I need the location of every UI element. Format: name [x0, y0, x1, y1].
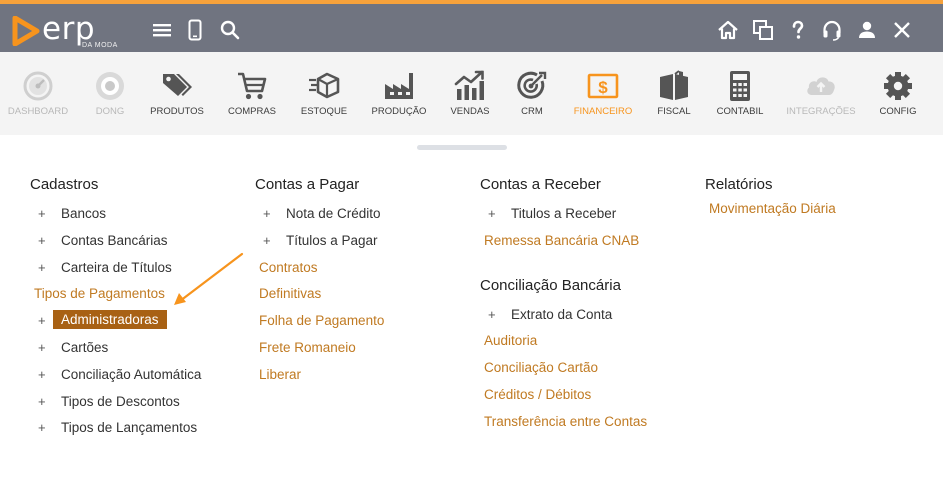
menu-item-conciliacao-automatica[interactable]: + Conciliação Automática [30, 362, 201, 389]
section-title: Cadastros [30, 176, 99, 193]
module-config[interactable]: CONFIG [878, 52, 918, 135]
section-title: Relatórios [705, 176, 773, 193]
calculator-icon [723, 69, 757, 103]
home-icon[interactable] [716, 18, 740, 42]
annotation-arrow-icon [174, 252, 244, 305]
module-dong[interactable]: DONG [90, 52, 130, 135]
module-label: CONTABIL [716, 106, 764, 117]
close-icon[interactable] [890, 18, 914, 42]
expand-plus-icon: + [263, 232, 271, 248]
menu-column-cadastros: Cadastros + Bancos + Contas Bancárias + Car… [30, 175, 201, 442]
menu-item-administradoras[interactable]: + Administradoras [30, 308, 201, 335]
expand-plus-icon: + [38, 339, 46, 355]
menu-column-relatorios: Relatórios Movimentação Diária [705, 175, 836, 223]
mobile-icon[interactable] [183, 18, 207, 42]
menu-link-definitivas[interactable]: Definitivas [255, 281, 384, 308]
factory-icon [382, 69, 416, 103]
module-vendas[interactable]: VENDAS [450, 52, 490, 135]
expand-plus-icon: + [38, 393, 46, 409]
menu-link-liberar[interactable]: Liberar [255, 362, 384, 389]
menu-column-contas-a-pagar: Contas a Pagar + Nota de Crédito + Títulos… [255, 175, 384, 389]
menu-item-bancos[interactable]: + Bancos [30, 201, 201, 228]
module-label: CONFIG [879, 106, 917, 117]
section-title: Conciliação Bancária [480, 276, 621, 294]
menu-link-remessa-bancaria-cnab[interactable]: Remessa Bancária CNAB [480, 228, 647, 255]
module-producao[interactable]: PRODUÇÃO [372, 52, 426, 135]
expand-plus-icon: + [38, 259, 46, 275]
module-contabil[interactable]: CONTABIL [717, 52, 763, 135]
module-dashboard[interactable]: DASHBOARD [8, 52, 68, 135]
menu-icon[interactable] [150, 18, 174, 42]
menu-link-contratos[interactable]: Contratos [255, 255, 384, 282]
help-icon[interactable] [786, 18, 810, 42]
app-logo[interactable]: erp DA MODA [12, 11, 132, 49]
logo-subtext: DA MODA [82, 42, 118, 49]
module-integracoes[interactable]: INTEGRAÇÕES [786, 52, 856, 135]
svg-text:$: $ [598, 78, 608, 97]
module-label: CRM [521, 106, 543, 117]
highlighted-label: Administradoras [53, 310, 167, 330]
menu-link-frete-romaneio[interactable]: Frete Romaneio [255, 335, 384, 362]
tags-icon [160, 69, 194, 103]
dong-icon [93, 69, 127, 103]
module-label: FINANCEIRO [573, 106, 633, 117]
section-title: Contas a Pagar [255, 176, 360, 193]
menu-link-conciliacao-cartao[interactable]: Conciliação Cartão [480, 355, 647, 382]
module-produtos[interactable]: PRODUTOS [150, 52, 204, 135]
menu-link-creditos-debitos[interactable]: Créditos / Débitos [480, 382, 647, 409]
menu-item-tipos-de-descontos[interactable]: + Tipos de Descontos [30, 389, 201, 416]
module-label: ESTOQUE [300, 106, 348, 117]
dollar-icon: $ [586, 69, 620, 103]
menu-item-titulos-a-receber[interactable]: + Titulos a Receber [480, 201, 647, 228]
module-label: PRODUTOS [150, 106, 204, 117]
search-icon[interactable] [218, 18, 242, 42]
module-label: PRODUÇÃO [371, 106, 427, 117]
expand-plus-icon: + [488, 306, 496, 322]
top-bar: erp DA MODA [0, 4, 943, 52]
expand-plus-icon: + [38, 420, 46, 436]
module-bar: DASHBOARD DONG PRODUTOS COMPRAS ESTOQUE … [0, 52, 943, 135]
module-fiscal[interactable]: FISCAL [654, 52, 694, 135]
menu-item-tipos-de-lancamentos[interactable]: + Tipos de Lançamentos [30, 415, 201, 442]
logo-word: erp [42, 11, 95, 47]
headset-icon[interactable] [820, 18, 844, 42]
expand-plus-icon: + [38, 313, 46, 329]
expand-plus-icon: + [38, 206, 46, 221]
module-crm[interactable]: CRM [512, 52, 552, 135]
box-icon [307, 69, 341, 103]
expand-plus-icon: + [38, 366, 46, 382]
menu-link-auditoria[interactable]: Auditoria [480, 328, 647, 355]
expand-plus-icon: + [488, 206, 496, 221]
menu-item-cartoes[interactable]: + Cartões [30, 335, 201, 362]
menu-item-extrato-da-conta[interactable]: + Extrato da Conta [480, 302, 647, 329]
menu-link-folha-de-pagamento[interactable]: Folha de Pagamento [255, 308, 384, 335]
module-estoque[interactable]: ESTOQUE [301, 52, 347, 135]
cloud-upload-icon [804, 69, 838, 103]
gauge-icon [21, 69, 55, 103]
module-label: DASHBOARD [7, 106, 69, 117]
menu-item-nota-de-credito[interactable]: + Nota de Crédito [255, 201, 384, 228]
menu-link-movimentacao-diaria[interactable]: Movimentação Diária [705, 196, 836, 223]
menu-column-contas-a-receber: Contas a Receber + Titulos a Receber Reme… [480, 175, 647, 436]
module-financeiro[interactable]: $ FINANCEIRO [574, 52, 632, 135]
expand-plus-icon: + [263, 206, 271, 221]
module-compras[interactable]: COMPRAS [228, 52, 276, 135]
book-icon [657, 69, 691, 103]
cart-icon [235, 69, 269, 103]
menu-link-transferencia-entre-contas[interactable]: Transferência entre Contas [480, 409, 647, 436]
chart-up-icon [453, 69, 487, 103]
module-label: COMPRAS [227, 106, 277, 117]
section-title: Contas a Receber [480, 176, 601, 193]
windows-icon[interactable] [751, 18, 775, 42]
expand-plus-icon: + [38, 232, 46, 248]
panel-drag-handle[interactable] [417, 145, 507, 150]
gear-icon [881, 69, 915, 103]
user-icon[interactable] [855, 18, 879, 42]
menu-item-titulos-a-pagar[interactable]: + Títulos a Pagar [255, 228, 384, 255]
module-label: INTEGRAÇÕES [786, 106, 856, 117]
target-icon [515, 69, 549, 103]
logo-play-icon [12, 16, 40, 46]
